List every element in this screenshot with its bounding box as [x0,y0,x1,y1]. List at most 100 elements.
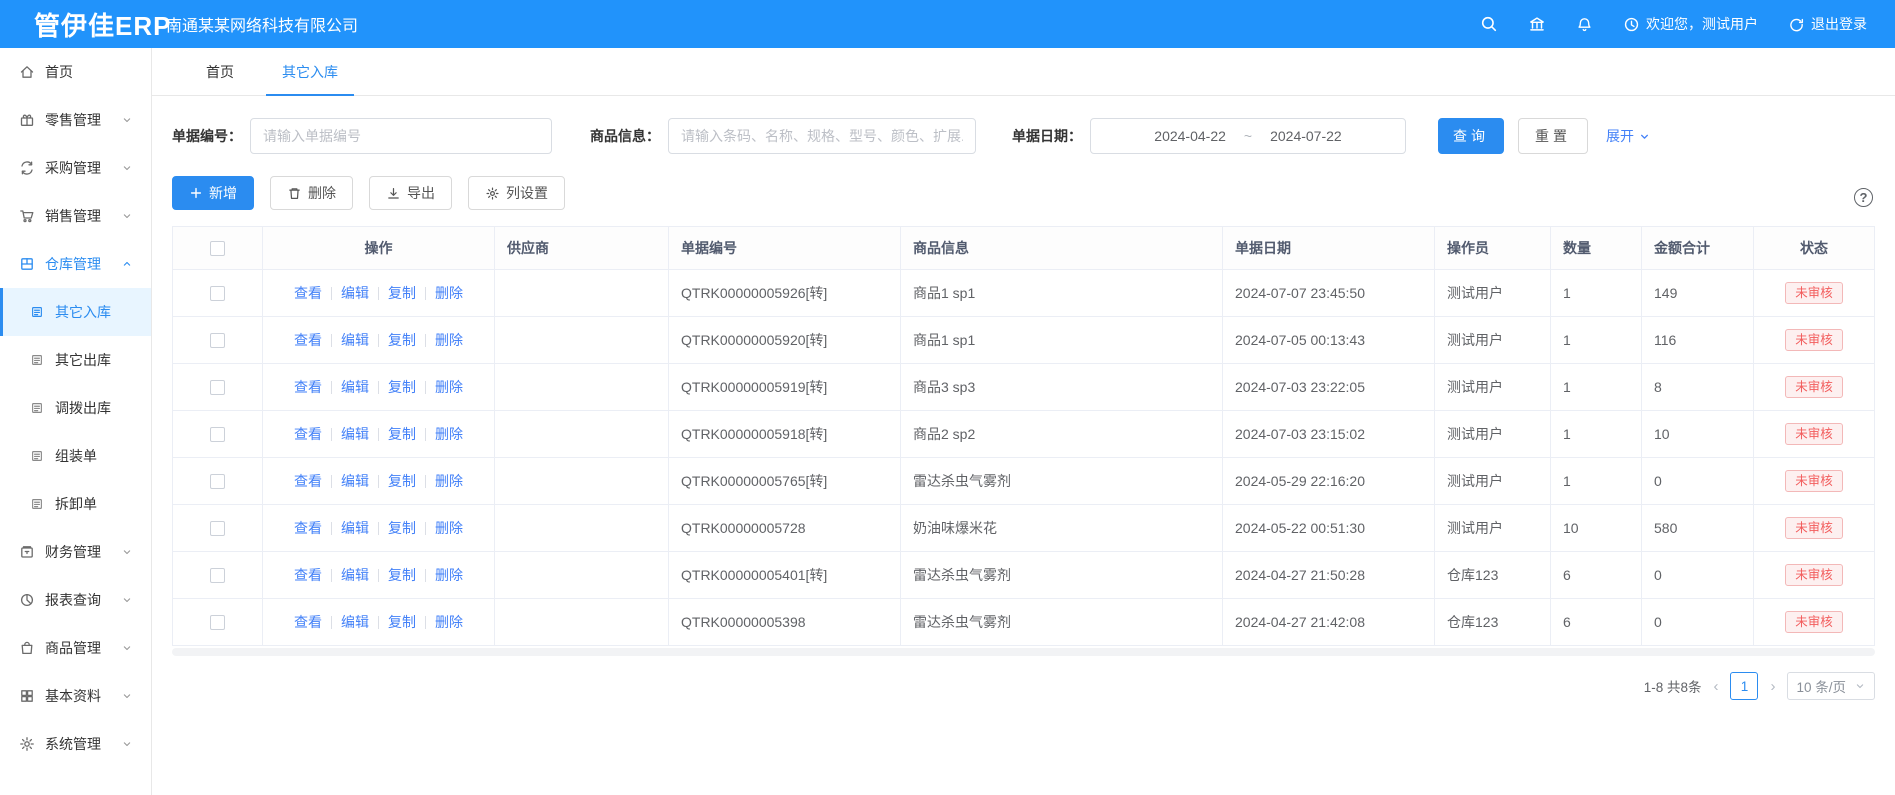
action-edit-link[interactable]: 编辑 [341,330,369,350]
sidebar-item-assembly-order[interactable]: 组装单 [0,432,151,480]
row-checkbox[interactable] [210,521,225,536]
action-delete-link[interactable]: 删除 [435,612,463,632]
date-from-value[interactable]: 2024-04-22 [1154,128,1226,144]
action-view-link[interactable]: 查看 [294,612,322,632]
action-view-link[interactable]: 查看 [294,283,322,303]
sidebar-item-retail[interactable]: 零售管理 [0,96,151,144]
action-separator [378,616,379,629]
bell-icon[interactable] [1576,16,1593,33]
action-copy-link[interactable]: 复制 [388,471,416,491]
column-settings-button[interactable]: 列设置 [468,176,565,210]
action-edit-link[interactable]: 编辑 [341,424,369,444]
expand-filters-link[interactable]: 展开 [1606,126,1651,146]
action-delete-link[interactable]: 删除 [435,283,463,303]
tab-other-inbound[interactable]: 其它入库 [258,48,362,95]
page-size-select[interactable]: 10 条/页 [1787,672,1875,700]
logout-button[interactable]: 退出登录 [1788,14,1867,34]
search-button[interactable]: 查询 [1438,118,1504,154]
column-settings-label: 列设置 [506,183,548,203]
action-delete-link[interactable]: 删除 [435,518,463,538]
product-cell: 商品1 sp1 [901,270,1223,317]
row-checkbox[interactable] [210,427,225,442]
action-view-link[interactable]: 查看 [294,565,322,585]
action-delete-link[interactable]: 删除 [435,377,463,397]
action-edit-link[interactable]: 编辑 [341,612,369,632]
action-copy-link[interactable]: 复制 [388,330,416,350]
action-view-link[interactable]: 查看 [294,377,322,397]
download-icon [386,186,401,201]
supplier-cell [495,552,669,599]
action-view-link[interactable]: 查看 [294,424,322,444]
sidebar-item-transfer-outbound[interactable]: 调拨出库 [0,384,151,432]
bank-icon[interactable] [1528,15,1546,33]
action-delete-link[interactable]: 删除 [435,565,463,585]
action-view-link[interactable]: 查看 [294,518,322,538]
action-separator [378,287,379,300]
sidebar-item-label: 拆卸单 [55,494,139,514]
action-edit-link[interactable]: 编辑 [341,471,369,491]
page-number-button[interactable]: 1 [1730,672,1758,700]
operator-cell: 仓库123 [1435,552,1551,599]
product-info-input[interactable] [668,118,976,154]
sidebar-item-label: 零售管理 [45,110,118,130]
table-toolbar: 新增 删除 导出 列设置 [172,176,1875,210]
sidebar-item-finance[interactable]: 财务管理 [0,528,151,576]
action-delete-link[interactable]: 删除 [435,330,463,350]
operator-cell: 仓库123 [1435,599,1551,646]
action-copy-link[interactable]: 复制 [388,565,416,585]
select-all-checkbox[interactable] [210,241,225,256]
action-edit-link[interactable]: 编辑 [341,283,369,303]
table-row: 查看编辑复制删除QTRK00000005918[转]商品2 sp22024-07… [173,411,1875,458]
action-edit-link[interactable]: 编辑 [341,518,369,538]
horizontal-scrollbar[interactable] [172,648,1875,656]
prev-page-button[interactable]: ‹ [1711,678,1720,695]
action-edit-link[interactable]: 编辑 [341,377,369,397]
sidebar-item-system[interactable]: 系统管理 [0,720,151,768]
action-copy-link[interactable]: 复制 [388,377,416,397]
sidebar-item-home[interactable]: 首页 [0,48,151,96]
sidebar-item-product[interactable]: 商品管理 [0,624,151,672]
action-edit-link[interactable]: 编辑 [341,565,369,585]
action-separator [425,569,426,582]
column-header: 单据日期 [1223,227,1435,270]
sidebar-item-label: 基本资料 [45,686,118,706]
sidebar-item-sales[interactable]: 销售管理 [0,192,151,240]
reset-button[interactable]: 重置 [1518,118,1588,154]
row-checkbox[interactable] [210,286,225,301]
action-copy-link[interactable]: 复制 [388,518,416,538]
action-delete-link[interactable]: 删除 [435,471,463,491]
doc-no-input[interactable] [250,118,552,154]
help-icon[interactable]: ? [1854,188,1873,207]
row-checkbox[interactable] [210,568,225,583]
welcome-user[interactable]: 欢迎您，测试用户 [1623,14,1758,34]
delete-button[interactable]: 删除 [270,176,353,210]
sidebar-item-other-inbound[interactable]: 其它入库 [0,288,151,336]
sidebar-item-basic[interactable]: 基本资料 [0,672,151,720]
search-icon[interactable] [1480,15,1498,33]
row-checkbox[interactable] [210,615,225,630]
action-delete-link[interactable]: 删除 [435,424,463,444]
app-logo: 管伊佳ERP [0,6,152,43]
date-range-picker[interactable]: 2024-04-22 ~ 2024-07-22 [1090,118,1406,154]
action-view-link[interactable]: 查看 [294,471,322,491]
sidebar-item-warehouse[interactable]: 仓库管理 [0,240,151,288]
date-to-value[interactable]: 2024-07-22 [1270,128,1342,144]
sidebar-item-disassembly-order[interactable]: 拆卸单 [0,480,151,528]
action-view-link[interactable]: 查看 [294,330,322,350]
sales-icon [18,208,35,224]
row-checkbox[interactable] [210,380,225,395]
action-copy-link[interactable]: 复制 [388,612,416,632]
sidebar-item-report[interactable]: 报表查询 [0,576,151,624]
sidebar-item-other-outbound[interactable]: 其它出库 [0,336,151,384]
row-checkbox[interactable] [210,474,225,489]
action-copy-link[interactable]: 复制 [388,424,416,444]
action-copy-link[interactable]: 复制 [388,283,416,303]
tab-home[interactable]: 首页 [182,48,258,95]
add-button[interactable]: 新增 [172,176,254,210]
column-header: 数量 [1551,227,1642,270]
sidebar-item-purchase[interactable]: 采购管理 [0,144,151,192]
next-page-button[interactable]: › [1768,678,1777,695]
export-button[interactable]: 导出 [369,176,452,210]
row-checkbox[interactable] [210,333,225,348]
clock-icon [1623,16,1640,33]
